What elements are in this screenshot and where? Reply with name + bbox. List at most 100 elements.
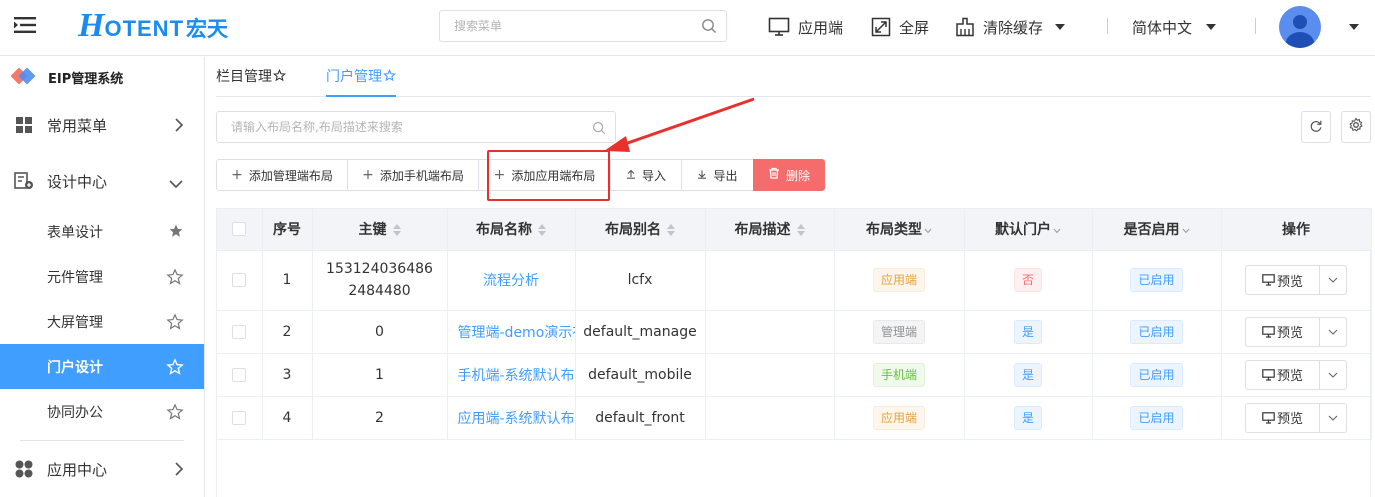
monitor-icon [1262, 411, 1275, 424]
refresh-button[interactable] [1301, 111, 1331, 143]
row-alias: default_manage [575, 310, 706, 354]
tab-portal-manage[interactable]: 门户管理 [326, 57, 397, 97]
col-type-header[interactable]: 布局类型 [834, 209, 965, 251]
sidebar-group-apps[interactable]: 应用中心 [0, 441, 204, 497]
layout-type-tag: 应用端 [872, 268, 925, 292]
preview-button[interactable]: 预览 [1246, 403, 1320, 432]
delete-button[interactable]: 删除 [753, 159, 825, 191]
star-filled-icon[interactable] [168, 223, 184, 243]
plus-icon: + [362, 167, 374, 183]
select-all-checkbox[interactable] [232, 222, 247, 237]
sidebar-item-bigscreen-manage[interactable]: 大屏管理 [0, 299, 204, 344]
app-end-button[interactable]: 应用端 [768, 14, 843, 40]
sort-icon[interactable] [538, 224, 546, 237]
star-outline-icon[interactable] [166, 403, 184, 425]
settings-button[interactable] [1341, 111, 1371, 143]
menu-search-input[interactable] [440, 11, 680, 41]
layout-search-box[interactable] [216, 111, 616, 143]
export-button[interactable]: 导出 [681, 159, 754, 191]
filter-chevron-icon[interactable] [1182, 222, 1190, 238]
layout-type-tag: 手机端 [872, 362, 925, 387]
add-manage-layout-button[interactable]: + 添加管理端布局 [216, 159, 348, 191]
fullscreen-icon [871, 17, 891, 37]
col-index-header: 序号 [262, 209, 313, 251]
sort-icon[interactable] [392, 224, 401, 237]
add-mobile-layout-button[interactable]: + 添加手机端布局 [347, 159, 479, 191]
default-portal-tag: 是 [1013, 362, 1042, 387]
chevron-right-icon [174, 117, 184, 137]
star-outline-icon [272, 58, 287, 98]
monitor-icon [768, 17, 790, 36]
filter-chevron-icon[interactable] [924, 222, 932, 238]
row-alias: default_front [575, 396, 706, 440]
table-header-row: 序号 主键 布局名称 布局别名 布局描述 布局类型 默认门户 是否启用 操作 [217, 209, 1372, 251]
language-dropdown[interactable]: 简体中文 [1132, 14, 1217, 40]
col-default-header[interactable]: 默认门户 [964, 209, 1093, 251]
preview-button[interactable]: 预览 [1246, 317, 1320, 346]
more-actions-dropdown[interactable] [1320, 266, 1346, 294]
chevron-down-icon [1206, 24, 1217, 30]
search-icon[interactable] [592, 120, 606, 139]
default-portal-tag: 否 [1013, 268, 1042, 292]
menu-collapse-icon[interactable] [14, 16, 36, 34]
row-ops-group: 预览 [1245, 359, 1347, 390]
annotation-highlight-box [487, 150, 610, 201]
clear-cache-button[interactable]: 清除缓存 [955, 14, 1066, 40]
star-outline-icon[interactable] [166, 358, 184, 380]
table-row: 4 2 应用端-系统默认布局 default_front 应用端 是 已启用 预… [217, 396, 1372, 440]
fullscreen-button[interactable]: 全屏 [871, 14, 929, 40]
language-label: 简体中文 [1132, 18, 1193, 37]
sidebar-item-component-manage[interactable]: 元件管理 [0, 254, 204, 299]
row-layout-name-link[interactable]: 手机端-系统默认布局 [447, 353, 576, 397]
row-pk: 0 [312, 310, 448, 354]
row-checkbox[interactable] [232, 367, 247, 382]
sidebar-item-portal-design[interactable]: 门户设计 [0, 344, 204, 389]
search-icon[interactable] [701, 18, 717, 38]
grid-icon [14, 115, 34, 135]
enabled-status-tag: 已启用 [1130, 268, 1183, 292]
row-checkbox[interactable] [232, 410, 247, 425]
filter-chevron-icon[interactable] [1053, 222, 1061, 238]
preview-button[interactable]: 预览 [1246, 360, 1320, 389]
sidebar-group-common[interactable]: 常用菜单 [0, 97, 204, 153]
tab-column-manage[interactable]: 栏目管理 [216, 57, 287, 98]
col-enabled-header[interactable]: 是否启用 [1092, 209, 1222, 251]
layout-search-input[interactable] [217, 112, 577, 142]
menu-search-box[interactable] [439, 10, 727, 42]
user-avatar[interactable] [1279, 6, 1321, 48]
sort-icon[interactable] [796, 224, 805, 237]
gear-icon [1348, 117, 1364, 137]
star-outline-icon[interactable] [166, 313, 184, 335]
row-layout-name-link[interactable]: 流程分析 [447, 250, 576, 311]
row-checkbox[interactable] [232, 324, 247, 339]
layout-type-tag: 应用端 [872, 405, 925, 430]
enabled-status-tag: 已启用 [1130, 405, 1183, 430]
col-alias-header[interactable]: 布局别名 [575, 209, 706, 251]
select-all-cell[interactable] [217, 209, 263, 251]
sort-icon[interactable] [667, 224, 675, 237]
enabled-status-tag: 已启用 [1130, 319, 1183, 344]
star-outline-icon[interactable] [166, 268, 184, 290]
user-menu-chevron-icon[interactable] [1349, 24, 1359, 30]
sidebar-group-design[interactable]: 设计中心 [0, 153, 204, 209]
row-checkbox[interactable] [232, 273, 247, 287]
more-actions-dropdown[interactable] [1320, 318, 1346, 346]
default-portal-tag: 是 [1013, 319, 1042, 344]
col-desc-header[interactable]: 布局描述 [705, 209, 835, 251]
row-alias: lcfx [575, 250, 706, 311]
col-name-header[interactable]: 布局名称 [447, 209, 576, 251]
sidebar-item-collab-office[interactable]: 协同办公 [0, 389, 204, 434]
chevron-down-icon [1055, 24, 1066, 30]
more-actions-dropdown[interactable] [1320, 404, 1346, 432]
row-pk: 2 [312, 396, 448, 440]
more-actions-dropdown[interactable] [1320, 361, 1346, 389]
row-index: 4 [262, 396, 313, 440]
sidebar-item-form-design[interactable]: 表单设计 [0, 209, 204, 254]
import-button[interactable]: 导入 [610, 159, 682, 191]
monitor-icon [1262, 274, 1275, 286]
preview-button[interactable]: 预览 [1246, 266, 1320, 294]
row-layout-name-link[interactable]: 应用端-系统默认布局 [447, 396, 576, 440]
row-layout-name-link[interactable]: 管理端-demo演示布局 [447, 310, 576, 354]
col-pk-header[interactable]: 主键 [312, 209, 448, 251]
row-pk: 1 [312, 353, 448, 397]
